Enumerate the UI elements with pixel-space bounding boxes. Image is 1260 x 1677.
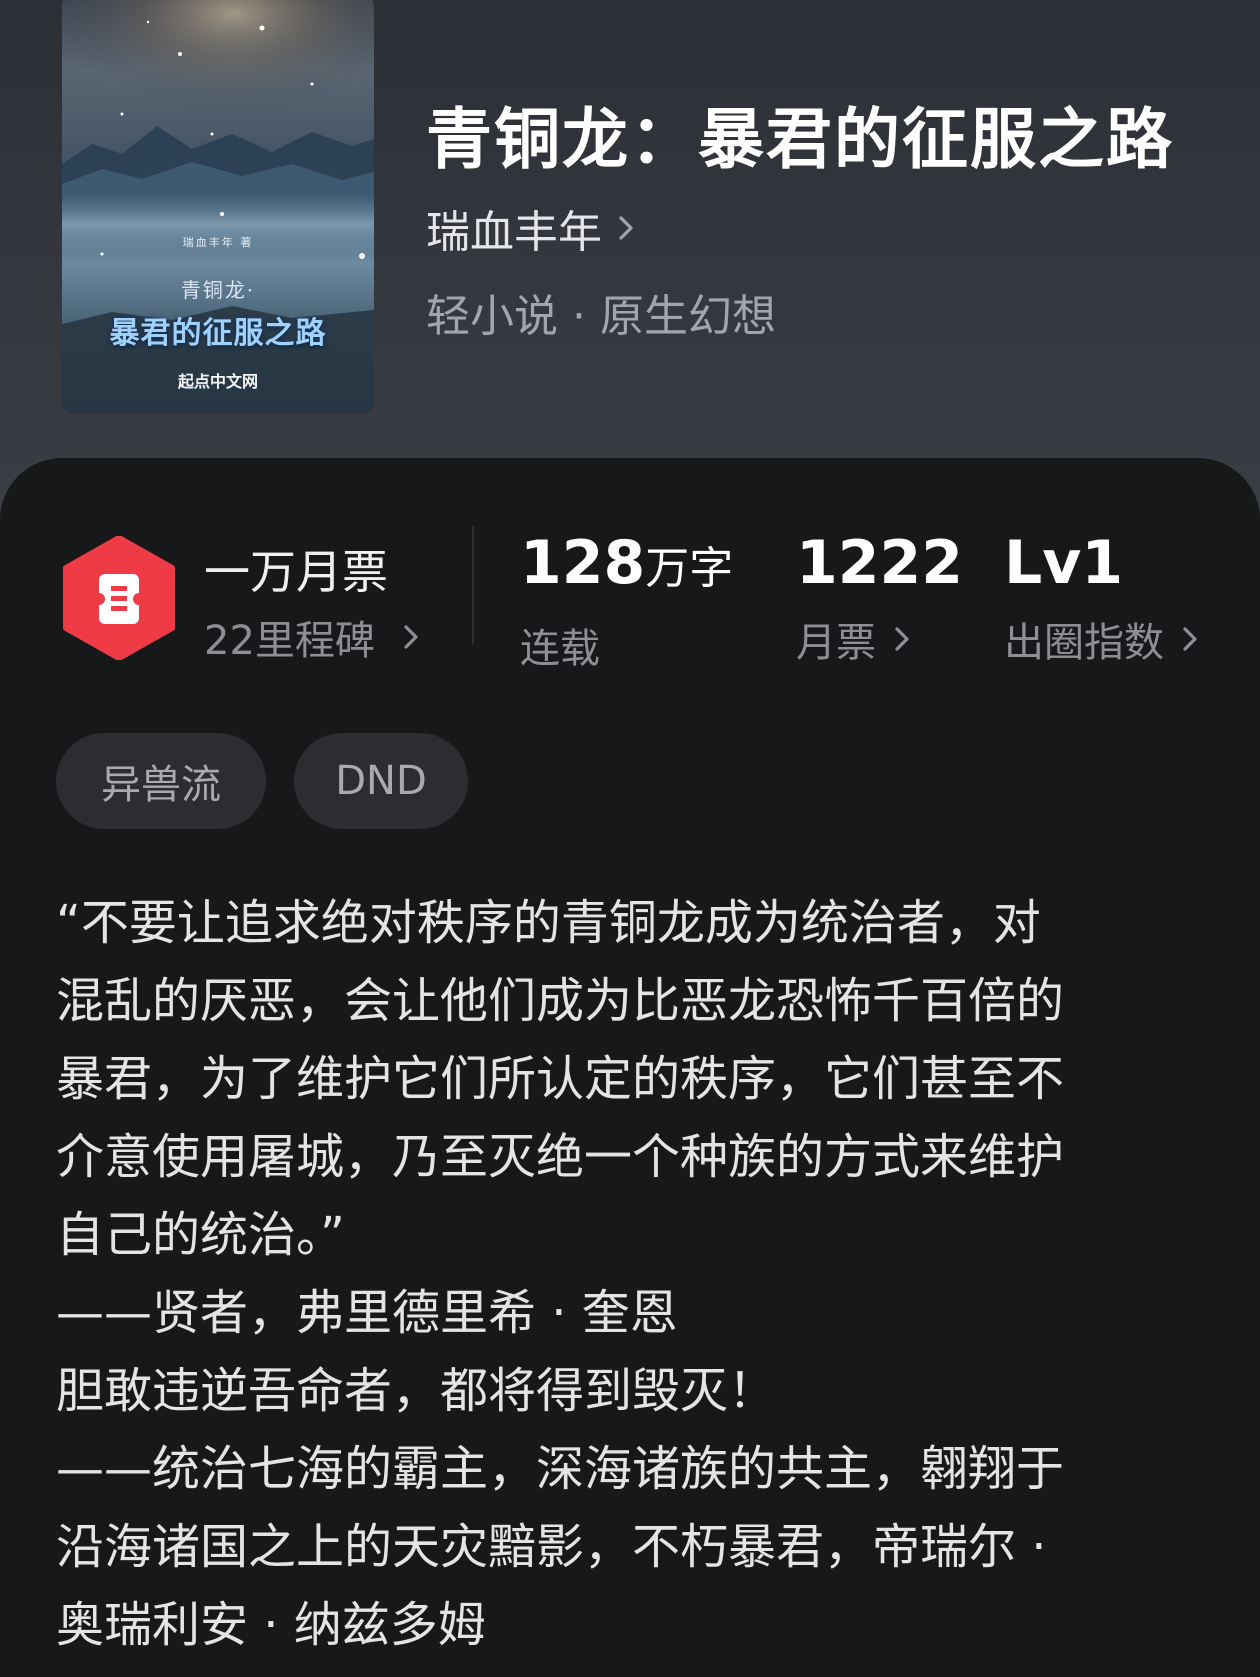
serialization-status: 连载 [520, 616, 733, 674]
chevron-right-icon [404, 625, 418, 649]
chevron-right-icon [895, 627, 909, 651]
milestone-title: 一万月票 [204, 545, 388, 599]
monthly-tickets-link[interactable]: 月票 [796, 610, 963, 668]
word-count-unit: 万字 [645, 543, 734, 594]
milestone-link[interactable]: 22里程碑 [204, 608, 419, 666]
description-line: ——统治七海的霸主，深海诸族的共主，翱翔于 [56, 1441, 1065, 1497]
tag-chip[interactable]: DND [294, 733, 468, 829]
stats-divider [472, 526, 474, 644]
description-line: 胆敢违逆吾命者，都将得到毁灭！ [56, 1363, 777, 1419]
breakout-index-value: Lv1 [1004, 528, 1124, 598]
word-count-value: 128 [520, 528, 646, 598]
description-line: 暴君，为了维护它们所认定的秩序，它们甚至不 [56, 1051, 1065, 1107]
cover-subtitle: 青铜龙· [180, 278, 256, 302]
cover-author-line: 瑞血丰年 著 [182, 236, 254, 249]
monthly-tickets-value: 1222 [796, 528, 963, 598]
milestone-subtitle: 22里程碑 [204, 618, 375, 664]
breakout-index-link[interactable]: 出圈指数 [1004, 610, 1198, 668]
monthly-tickets-label: 月票 [796, 620, 876, 666]
book-description[interactable]: “不要让追求绝对秩序的青铜龙成为统治者，对 混乱的厌恶，会让他们成为比恶龙恐怖千… [56, 884, 1216, 1664]
book-genre: 轻小说 · 原生幻想 [426, 291, 776, 342]
description-line: 混乱的厌恶，会让他们成为比恶龙恐怖千百倍的 [56, 973, 1065, 1029]
description-line: 自己的统治。” [56, 1207, 345, 1263]
book-cover[interactable]: 瑞血丰年 著 青铜龙· 暴君的征服之路 起点中文网 [62, 0, 374, 414]
chevron-right-icon [1183, 627, 1197, 651]
description-line: 沿海诸国之上的天灾黯影，不朽暴君，帝瑞尔 · [56, 1519, 1047, 1575]
word-count-label: 连载 [520, 626, 600, 672]
book-title: 青铜龙：暴君的征服之路 [426, 100, 1174, 178]
tag-chip[interactable]: 异兽流 [56, 733, 266, 829]
monthly-ticket-badge-icon [63, 536, 175, 660]
chevron-right-icon [619, 216, 633, 240]
word-count-stat: 128万字 连载 [520, 528, 733, 674]
word-count-value-row: 128万字 [520, 528, 733, 604]
cover-publisher: 起点中文网 [177, 372, 258, 391]
breakout-index-label: 出圈指数 [1004, 620, 1164, 666]
author-link[interactable]: 瑞血丰年 [426, 196, 634, 260]
breakout-index-stat[interactable]: Lv1 出圈指数 [1004, 528, 1198, 668]
cover-title: 暴君的征服之路 [109, 316, 327, 351]
description-line: “不要让追求绝对秩序的青铜龙成为统治者，对 [56, 895, 1041, 951]
description-line: 介意使用屠城，乃至灭绝一个种族的方式来维护 [56, 1129, 1065, 1185]
description-line: ——贤者，弗里德里希 · 奎恩 [56, 1285, 678, 1341]
author-name: 瑞血丰年 [426, 207, 602, 258]
monthly-tickets-stat[interactable]: 1222 月票 [796, 528, 963, 668]
description-line: 奥瑞利安 · 纳兹多姆 [56, 1597, 486, 1653]
